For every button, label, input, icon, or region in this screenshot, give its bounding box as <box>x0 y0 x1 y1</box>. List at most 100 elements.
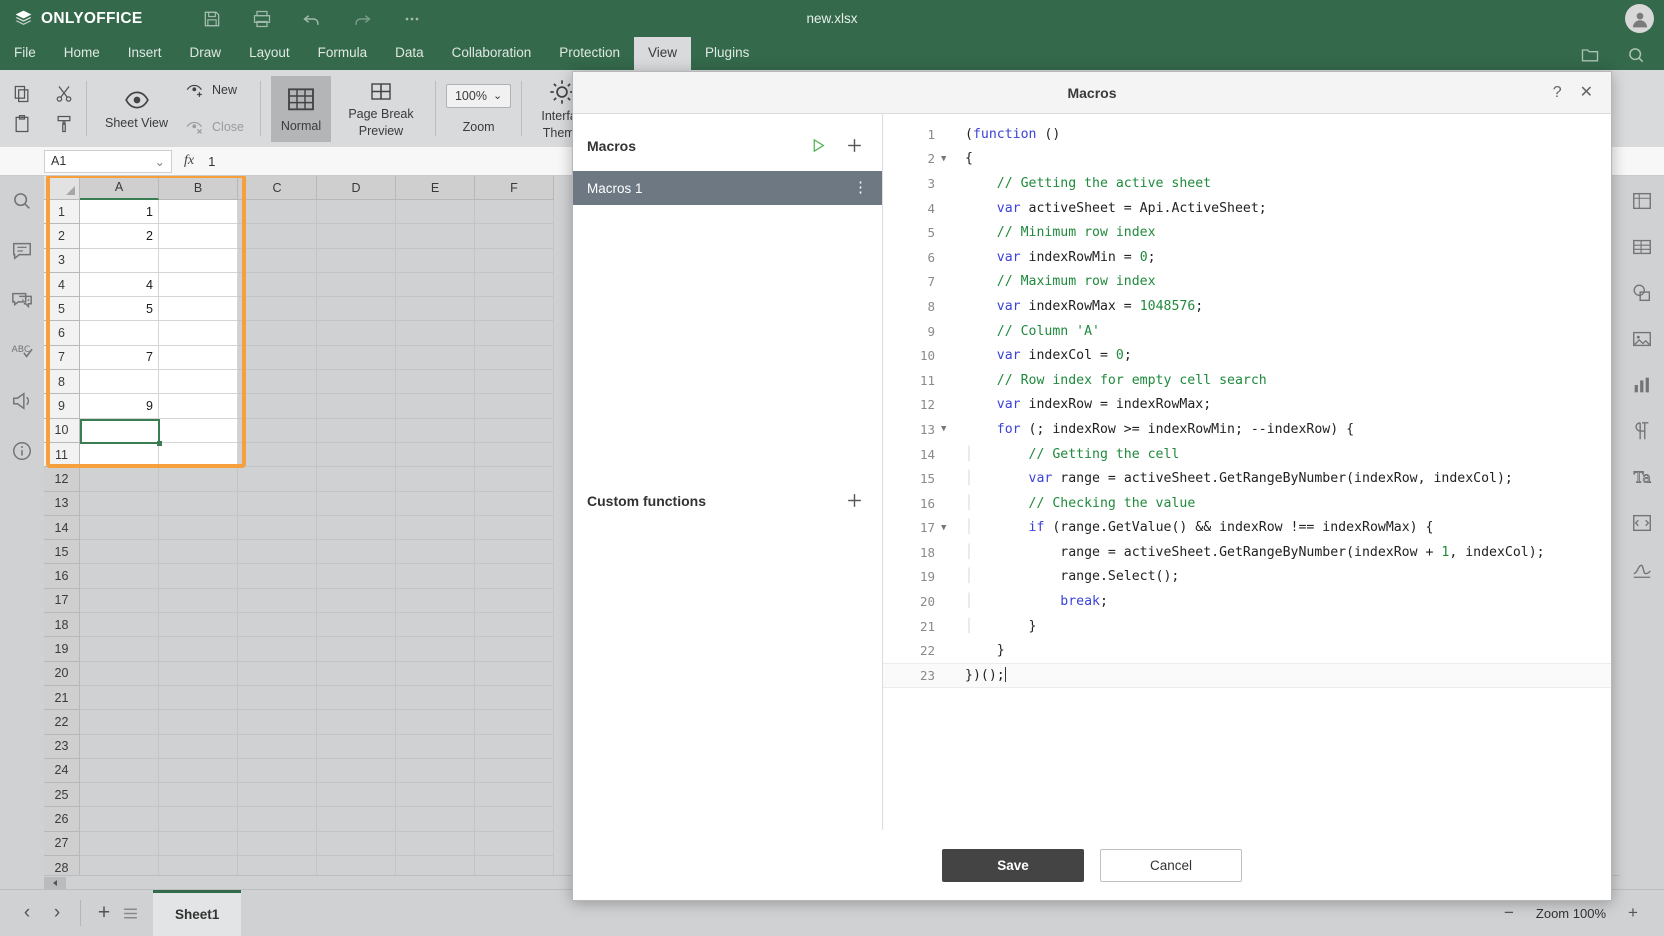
cell-a16[interactable] <box>80 564 159 589</box>
cell-c25[interactable] <box>238 783 317 808</box>
cell-b14[interactable] <box>159 515 238 541</box>
cell-e20[interactable] <box>396 661 475 686</box>
cell-b15[interactable] <box>159 540 238 565</box>
cell-e1[interactable] <box>396 200 475 225</box>
print-icon[interactable] <box>252 9 272 29</box>
cell-c12[interactable] <box>238 467 317 492</box>
tab-layout[interactable]: Layout <box>235 37 304 70</box>
column-header-b[interactable]: B <box>159 176 238 200</box>
cell-d8[interactable] <box>317 370 396 395</box>
cell-f8[interactable] <box>475 370 554 395</box>
cell-e27[interactable] <box>396 831 475 857</box>
cell-f7[interactable] <box>475 345 554 371</box>
code-line[interactable]: 8 var indexRowMax = 1048576; <box>883 294 1611 319</box>
cell-e13[interactable] <box>396 491 475 516</box>
cell-b25[interactable] <box>159 783 238 808</box>
sheet-tab-sheet1[interactable]: Sheet1 <box>153 889 242 936</box>
code-line[interactable]: 22 } <box>883 638 1611 663</box>
cell-c22[interactable] <box>238 710 317 735</box>
fold-toggle-icon[interactable]: ▼ <box>941 424 955 434</box>
signature-icon[interactable] <box>1631 558 1653 580</box>
cell-d16[interactable] <box>317 564 396 589</box>
page-break-preview-button[interactable]: Page Break Preview <box>337 76 425 142</box>
cell-c20[interactable] <box>238 661 317 686</box>
code-line[interactable]: 18 │ range = activeSheet.GetRangeByNumber… <box>883 540 1611 565</box>
chevron-down-icon[interactable]: ⌄ <box>155 154 165 169</box>
cell-b26[interactable] <box>159 807 238 832</box>
cell-f20[interactable] <box>475 661 554 686</box>
cell-b22[interactable] <box>159 710 238 735</box>
tab-formula[interactable]: Formula <box>304 37 382 70</box>
cell-f9[interactable] <box>475 394 554 419</box>
cell-e10[interactable] <box>396 418 475 443</box>
name-box[interactable]: A1 ⌄ <box>44 149 172 173</box>
cell-d27[interactable] <box>317 831 396 857</box>
cell-a9[interactable]: 9 <box>80 394 159 419</box>
row-header[interactable]: 25 <box>44 783 80 808</box>
format-painter-icon[interactable] <box>54 114 74 134</box>
code-line[interactable]: 12 var indexRow = indexRowMax; <box>883 393 1611 418</box>
code-line[interactable]: 15 │ var range = activeSheet.GetRangeByNu… <box>883 466 1611 491</box>
cancel-button[interactable]: Cancel <box>1100 848 1242 882</box>
cell-d15[interactable] <box>317 540 396 565</box>
save-icon[interactable] <box>202 9 222 29</box>
column-header-c[interactable]: C <box>238 176 317 200</box>
cell-e17[interactable] <box>396 588 475 614</box>
cell-e15[interactable] <box>396 540 475 565</box>
cell-b12[interactable] <box>159 467 238 492</box>
cell-f24[interactable] <box>475 758 554 784</box>
about-icon[interactable] <box>11 440 33 462</box>
code-line[interactable]: 7 // Maximum row index <box>883 270 1611 295</box>
cell-a7[interactable]: 7 <box>80 345 159 371</box>
cell-b11[interactable] <box>159 442 238 468</box>
tab-draw[interactable]: Draw <box>176 37 236 70</box>
tab-collaboration[interactable]: Collaboration <box>438 37 546 70</box>
sheet-view-button[interactable]: Sheet View <box>97 83 176 134</box>
code-line[interactable]: 3 // Getting the active sheet <box>883 171 1611 196</box>
cell-e7[interactable] <box>396 345 475 371</box>
cell-a2[interactable]: 2 <box>80 224 159 249</box>
column-header-d[interactable]: D <box>317 176 396 200</box>
cell-f5[interactable] <box>475 297 554 322</box>
cell-f10[interactable] <box>475 418 554 443</box>
chart-settings-icon[interactable] <box>1631 374 1653 396</box>
paste-icon[interactable] <box>12 114 32 134</box>
chat-icon[interactable] <box>11 290 33 312</box>
row-header[interactable]: 10 <box>44 418 80 443</box>
cell-f27[interactable] <box>475 831 554 857</box>
cell-a6[interactable] <box>80 321 159 346</box>
cell-d24[interactable] <box>317 758 396 784</box>
row-header[interactable]: 17 <box>44 588 80 614</box>
cell-f4[interactable] <box>475 272 554 298</box>
cell-f11[interactable] <box>475 442 554 468</box>
cell-f23[interactable] <box>475 734 554 759</box>
cell-b4[interactable] <box>159 272 238 298</box>
column-header-a[interactable]: A <box>80 176 159 200</box>
cell-c14[interactable] <box>238 515 317 541</box>
cell-e14[interactable] <box>396 515 475 541</box>
cell-c10[interactable] <box>238 418 317 443</box>
cell-f1[interactable] <box>475 200 554 225</box>
cell-e6[interactable] <box>396 321 475 346</box>
cell-e5[interactable] <box>396 297 475 322</box>
cell-c27[interactable] <box>238 831 317 857</box>
cell-d22[interactable] <box>317 710 396 735</box>
row-header[interactable]: 6 <box>44 321 80 346</box>
cell-a17[interactable] <box>80 588 159 614</box>
cell-e2[interactable] <box>396 224 475 249</box>
cell-a4[interactable]: 4 <box>80 272 159 298</box>
cell-e26[interactable] <box>396 807 475 832</box>
cell-a19[interactable] <box>80 637 159 662</box>
row-header[interactable]: 26 <box>44 807 80 832</box>
cell-e9[interactable] <box>396 394 475 419</box>
code-line[interactable]: 21 │ } <box>883 614 1611 639</box>
normal-view-button[interactable]: Normal <box>270 75 331 142</box>
cell-c17[interactable] <box>238 588 317 614</box>
row-header[interactable]: 16 <box>44 564 80 589</box>
code-line[interactable]: 10 var indexCol = 0; <box>883 343 1611 368</box>
cell-f22[interactable] <box>475 710 554 735</box>
row-header[interactable]: 9 <box>44 394 80 419</box>
cell-f26[interactable] <box>475 807 554 832</box>
cell-b2[interactable] <box>159 224 238 249</box>
add-macro-button[interactable] <box>845 136 864 155</box>
